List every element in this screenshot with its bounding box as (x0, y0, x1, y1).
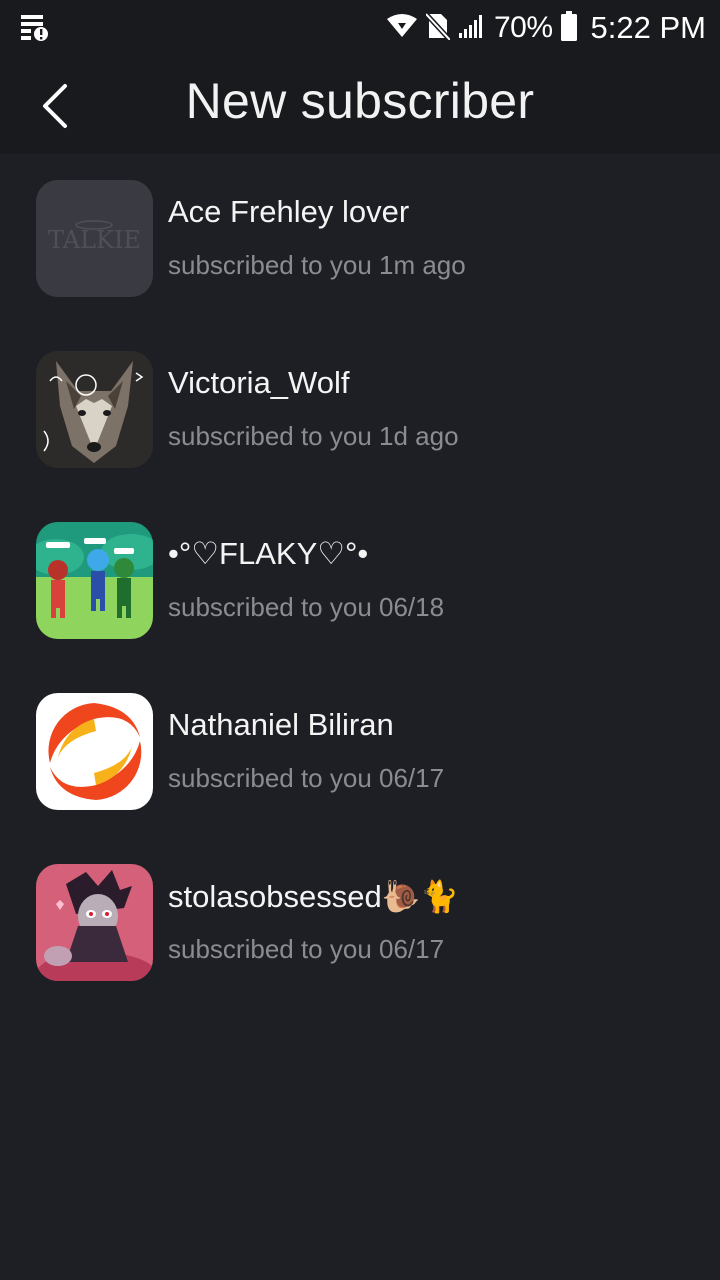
no-sim-icon (424, 12, 452, 44)
list-item[interactable]: •°♡FLAKY♡°• subscribed to you 06/18 (0, 496, 720, 667)
subscriber-name[interactable]: Victoria_Wolf (168, 365, 350, 401)
subscribed-time: subscribed to you 1m ago (168, 250, 466, 280)
subscribed-time: subscribed to you 06/17 (168, 763, 445, 793)
status-bar: 70% 5:22 PM (0, 0, 720, 56)
page-title: New subscriber (185, 73, 535, 129)
battery-percent: 70% (494, 11, 553, 44)
wifi-icon (386, 13, 418, 43)
subscriber-name[interactable]: stolasobsessed🐌🐈 (168, 878, 459, 915)
battery-icon (560, 11, 577, 45)
list-item[interactable]: Nathaniel Biliran subscribed to you 06/1… (0, 667, 720, 838)
app-header: New subscriber (0, 56, 720, 154)
subscriber-list: TALKIE Ace Frehley lover subscribed to y… (0, 154, 720, 1009)
avatar[interactable] (36, 693, 153, 810)
avatar[interactable] (36, 864, 153, 981)
svg-text:TALKIE: TALKIE (48, 226, 141, 254)
subscribed-time: subscribed to you 06/18 (168, 592, 445, 622)
list-item[interactable]: Victoria_Wolf subscribed to you 1d ago (0, 325, 720, 496)
list-item[interactable]: stolasobsessed🐌🐈 subscribed to you 06/17 (0, 838, 720, 1009)
avatar[interactable] (36, 522, 153, 639)
signal-icon (458, 13, 486, 43)
avatar[interactable]: TALKIE (36, 180, 153, 297)
subscriber-name[interactable]: •°♡FLAKY♡°• (168, 536, 368, 572)
subscriber-name[interactable]: Ace Frehley lover (168, 194, 409, 230)
subscribed-time: subscribed to you 1d ago (168, 421, 459, 451)
list-item[interactable]: TALKIE Ace Frehley lover subscribed to y… (0, 154, 720, 325)
subscribed-time: subscribed to you 06/17 (168, 934, 445, 964)
avatar[interactable] (36, 351, 153, 468)
notification-icon (20, 14, 50, 42)
clock: 5:22 PM (590, 10, 706, 45)
subscriber-name[interactable]: Nathaniel Biliran (168, 707, 394, 743)
